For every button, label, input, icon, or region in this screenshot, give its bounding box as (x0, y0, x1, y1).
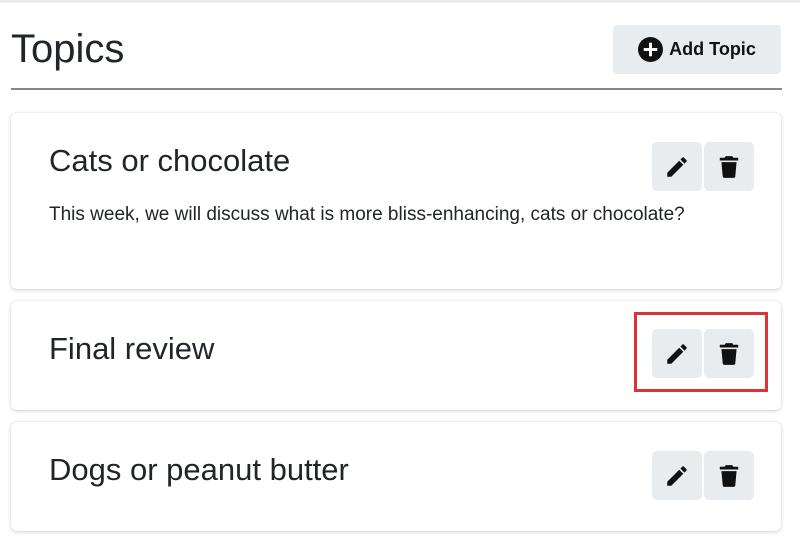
page-title: Topics (11, 27, 125, 71)
topic-title: Dogs or peanut butter (49, 452, 349, 487)
add-topic-button[interactable]: Add Topic (613, 25, 781, 74)
pencil-icon (667, 156, 687, 177)
topic-card: Dogs or peanut butter (11, 422, 781, 531)
trash-icon (719, 342, 739, 365)
edit-topic-button[interactable] (652, 451, 702, 500)
pencil-icon (667, 465, 687, 486)
topic-description: This week, we will discuss what is more … (49, 204, 685, 225)
edit-topic-button[interactable] (652, 142, 702, 191)
delete-topic-button[interactable] (704, 329, 754, 378)
trash-icon (719, 464, 739, 487)
delete-topic-button[interactable] (704, 142, 754, 191)
topic-title: Final review (49, 331, 215, 366)
add-topic-label: Add Topic (669, 39, 756, 59)
topic-card: Final review (11, 301, 781, 410)
delete-topic-button[interactable] (704, 451, 754, 500)
topic-title: Cats or chocolate (49, 143, 291, 178)
pencil-icon (667, 343, 687, 364)
plus-circle-icon (638, 37, 664, 62)
edit-topic-button[interactable] (652, 329, 702, 378)
trash-icon (719, 155, 739, 178)
page-header: Topics Add Topic (11, 0, 781, 90)
header-divider (11, 88, 782, 90)
topic-card: Cats or chocolate This week, we will dis… (11, 113, 781, 289)
